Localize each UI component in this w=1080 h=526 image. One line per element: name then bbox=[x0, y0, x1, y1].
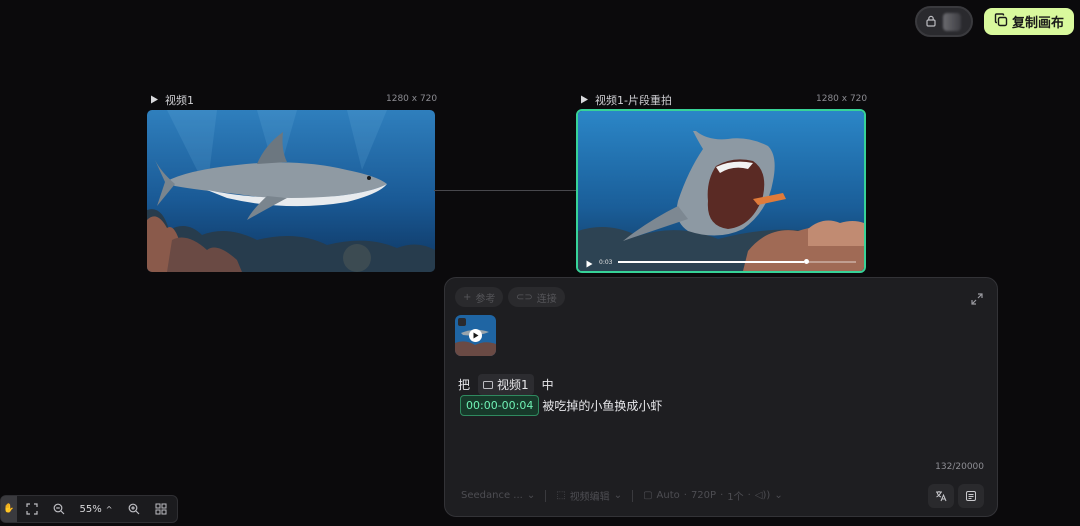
player-progress-fill bbox=[618, 261, 804, 263]
copy-canvas-label: 复制画布 bbox=[1011, 16, 1064, 31]
play-icon[interactable] bbox=[586, 253, 593, 272]
hand-tool-button[interactable]: ✋ bbox=[1, 496, 17, 522]
reference-video-thumbnail[interactable] bbox=[455, 315, 496, 356]
video-player-retake[interactable]: 0:03 bbox=[576, 109, 866, 273]
zoom-level-select[interactable]: 55% ^ bbox=[71, 496, 121, 522]
panel-footer: Seedance ... ⌄ ⬚ 视频编辑 ⌄ ▢ Auto · 720P · … bbox=[461, 488, 783, 503]
copy-icon bbox=[994, 12, 1008, 31]
quality-value: 720P bbox=[690, 490, 717, 501]
avatar bbox=[943, 12, 961, 31]
hand-icon: ✋ bbox=[3, 504, 15, 514]
fit-view-icon bbox=[26, 500, 38, 519]
translate-button[interactable] bbox=[928, 484, 954, 508]
divider bbox=[545, 489, 547, 502]
model-select-value: Seedance ... bbox=[461, 490, 523, 501]
reference-chip-label: 参考 bbox=[475, 293, 496, 305]
node-title-text: 视频1-片段重拍 bbox=[595, 94, 672, 107]
node-resolution: 1280 x 720 bbox=[816, 94, 868, 104]
separator-dot: · bbox=[683, 490, 687, 501]
zoom-out-button[interactable] bbox=[47, 496, 71, 522]
node-title-video1[interactable]: 视频1 bbox=[150, 92, 194, 108]
separator-dot: · bbox=[720, 490, 724, 501]
copy-canvas-button[interactable]: 复制画布 bbox=[984, 8, 1074, 35]
prompt-panel: + 参考 ⊂⊃ 连接 把 视频1 中 00:00-00:04 被吃掉的小鱼换成小… bbox=[444, 277, 998, 517]
zoom-in-button[interactable] bbox=[121, 496, 147, 522]
plus-icon: + bbox=[463, 291, 472, 303]
zoom-in-icon bbox=[128, 500, 140, 519]
chevron-down-icon: ⌄ bbox=[774, 490, 783, 501]
player-time: 0:03 bbox=[599, 258, 613, 266]
link-chip-label: 连接 bbox=[536, 293, 557, 305]
play-icon bbox=[580, 94, 589, 107]
zoom-out-icon bbox=[53, 500, 65, 519]
video-reference-label: 视频1 bbox=[497, 378, 529, 392]
volume-icon: ◁)) bbox=[754, 490, 771, 501]
video-reference-chip[interactable]: 视频1 bbox=[478, 374, 534, 395]
mode-select[interactable]: ⬚ 视频编辑 ⌄ bbox=[556, 488, 622, 503]
reference-chip[interactable]: + 参考 bbox=[455, 287, 504, 307]
prompt-word: 中 bbox=[541, 378, 554, 392]
notes-button[interactable] bbox=[958, 484, 984, 508]
player-progress-track[interactable] bbox=[618, 259, 856, 264]
time-range-chip[interactable]: 00:00-00:04 bbox=[460, 395, 540, 416]
output-settings[interactable]: ▢ Auto · 720P · 1个 · ◁)) ⌄ bbox=[643, 488, 783, 503]
zoom-toolbar: ✋ 55% ^ bbox=[0, 495, 178, 523]
chevron-down-icon: ⌄ bbox=[526, 490, 536, 501]
edit-icon: ⬚ bbox=[556, 490, 566, 501]
char-counter: 132/20000 bbox=[935, 462, 984, 472]
player-controls: 0:03 bbox=[578, 253, 864, 271]
model-select[interactable]: Seedance ... ⌄ bbox=[461, 490, 535, 501]
chevron-down-icon: ⌄ bbox=[613, 490, 623, 501]
prompt-instruction: 被吃掉的小鱼换成小虾 bbox=[542, 399, 663, 413]
expand-icon[interactable] bbox=[971, 290, 983, 309]
aspect-icon: ▢ bbox=[643, 490, 653, 501]
video-thumbnail-original[interactable] bbox=[147, 110, 435, 272]
divider bbox=[632, 489, 634, 502]
player-progress-handle[interactable] bbox=[803, 259, 809, 264]
prompt-line-1[interactable]: 把 视频1 中 bbox=[458, 374, 554, 395]
notes-icon bbox=[965, 487, 977, 506]
link-chip[interactable]: ⊂⊃ 连接 bbox=[508, 287, 565, 307]
video-icon bbox=[483, 378, 494, 392]
node-title-video1-retake[interactable]: 视频1-片段重拍 bbox=[580, 92, 672, 108]
mode-select-value: 视频编辑 bbox=[569, 492, 610, 503]
fit-view-button[interactable] bbox=[17, 496, 47, 522]
aspect-value: Auto bbox=[656, 490, 680, 501]
lock-icon bbox=[925, 12, 937, 31]
lock-pill[interactable] bbox=[915, 6, 973, 37]
node-connector bbox=[434, 190, 577, 191]
grid-button[interactable] bbox=[147, 496, 175, 522]
translate-icon bbox=[935, 487, 947, 506]
play-icon bbox=[150, 94, 159, 107]
chevron-up-icon: ^ bbox=[105, 504, 113, 514]
count-value: 1个 bbox=[727, 492, 744, 503]
prompt-line-2[interactable]: 00:00-00:04 被吃掉的小鱼换成小虾 bbox=[460, 395, 662, 416]
zoom-level: 55% bbox=[79, 503, 102, 515]
prompt-word: 把 bbox=[458, 378, 471, 392]
node-resolution: 1280 x 720 bbox=[386, 94, 438, 104]
separator-dot: · bbox=[747, 490, 751, 501]
link-icon: ⊂⊃ bbox=[516, 291, 533, 303]
node-title-text: 视频1 bbox=[165, 94, 194, 107]
grid-icon bbox=[155, 500, 167, 519]
